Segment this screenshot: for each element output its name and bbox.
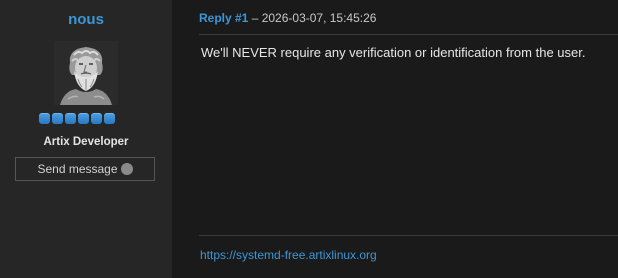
- send-message-label: Send message: [37, 162, 118, 176]
- author-panel: nous Artix Developer Send message: [0, 0, 172, 278]
- rank-dot-icon: [104, 113, 115, 124]
- rank-dot-icon: [52, 113, 63, 124]
- rank-dot-icon: [39, 113, 50, 124]
- post-timestamp: 2026-03-07, 15:45:26: [261, 11, 377, 25]
- header-separator: –: [248, 11, 262, 25]
- header-divider: [199, 34, 618, 35]
- rank-dot-icon: [78, 113, 89, 124]
- signature-divider: [199, 235, 618, 236]
- author-username[interactable]: nous: [0, 11, 172, 28]
- signature-link[interactable]: https://systemd-free.artixlinux.org: [200, 248, 377, 262]
- bearded-bust-avatar-icon: [54, 41, 118, 105]
- post-body: We'll NEVER require any verification or …: [201, 45, 586, 60]
- author-title: Artix Developer: [43, 136, 129, 148]
- avatar[interactable]: [54, 41, 118, 105]
- rank-dot-icon: [65, 113, 76, 124]
- rank-dot-icon: [91, 113, 102, 124]
- status-dot-icon: [120, 163, 133, 175]
- send-message-button[interactable]: Send message: [15, 157, 155, 181]
- post-content-panel: Reply #1 – 2026-03-07, 15:45:26 We'll NE…: [172, 0, 618, 278]
- rank-indicator: [39, 113, 115, 124]
- post-header: Reply #1 – 2026-03-07, 15:45:26: [199, 11, 376, 25]
- forum-post: nous Artix Developer Send message Reply …: [0, 0, 618, 278]
- reply-permalink[interactable]: Reply #1: [199, 11, 248, 25]
